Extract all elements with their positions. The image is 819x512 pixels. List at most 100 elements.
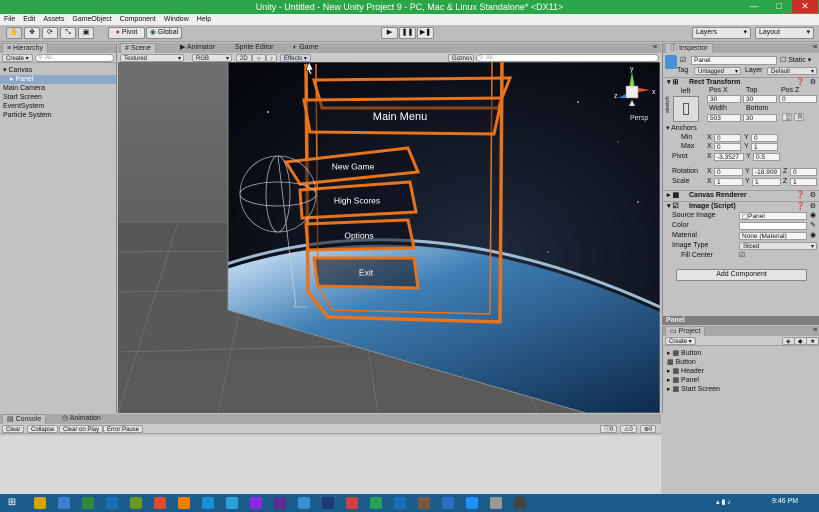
taskbar-app-icon[interactable] [322, 497, 334, 509]
error-count-toggle[interactable]: ⊗0 [640, 425, 657, 433]
scale-z-field[interactable]: 1 [790, 178, 817, 186]
taskbar-app-icon[interactable] [298, 497, 310, 509]
menu-component[interactable]: Component [116, 14, 160, 25]
error-pause-button[interactable]: Error Pause [103, 425, 144, 433]
preview-header[interactable]: Panel [662, 316, 819, 325]
pivot-toggle[interactable]: ● Pivot [108, 27, 145, 39]
taskbar-app-icon[interactable] [178, 497, 190, 509]
object-name-field[interactable]: Panel [691, 56, 777, 65]
taskbar-app-icon[interactable] [418, 497, 430, 509]
hierarchy-create-button[interactable]: Create ▾ [2, 54, 33, 62]
hierarchy-item[interactable]: Start Screen [0, 93, 116, 102]
scene-search-input[interactable]: ⚲ All [476, 54, 659, 62]
tab-animator[interactable]: ▶ Animator [176, 43, 219, 53]
taskbar-app-icon[interactable] [226, 497, 238, 509]
taskbar-app-icon[interactable] [250, 497, 262, 509]
close-button[interactable]: ✕ [792, 0, 818, 13]
tab-scene[interactable]: # Scene [120, 43, 156, 53]
taskbar-app-icon[interactable] [442, 497, 454, 509]
material-field[interactable]: None (Material) [739, 232, 807, 240]
tab-game[interactable]: ◐ Game [289, 43, 322, 53]
menu-file[interactable]: File [0, 14, 19, 25]
render-mode-dropdown[interactable]: RGB ▾ [192, 54, 232, 62]
raw-edit-button[interactable]: R [794, 113, 804, 121]
rotate-tool-button[interactable]: ⟳ [42, 27, 58, 39]
taskbar-app-icon[interactable] [370, 497, 382, 509]
play-button[interactable]: ▶ [381, 27, 398, 39]
tab-hierarchy[interactable]: ≡ Hierarchy [2, 43, 48, 53]
project-create-button[interactable]: Create ▾ [665, 337, 696, 345]
taskbar-app-icon[interactable] [106, 497, 118, 509]
tab-project[interactable]: ▭ Project [665, 326, 706, 336]
minimize-button[interactable]: — [741, 0, 767, 13]
rotation-z-field[interactable]: 0 [790, 168, 817, 176]
project-item[interactable]: ▸ ▦ Header [663, 367, 819, 376]
clear-button[interactable]: Clear [2, 425, 25, 433]
layout-dropdown[interactable]: Layout ▾ [755, 27, 814, 39]
pause-button[interactable]: ❚❚ [399, 27, 416, 39]
menu-edit[interactable]: Edit [19, 14, 39, 25]
anchor-preset-button[interactable] [673, 96, 699, 122]
lighting-toggle[interactable]: ☼ [252, 54, 266, 62]
rotation-x-field[interactable]: 0 [714, 168, 743, 176]
tab-animation[interactable]: ◷ Animation [58, 414, 105, 424]
layer-dropdown[interactable]: Default ▾ [767, 67, 817, 75]
source-image-field[interactable]: ▢Panel [739, 212, 807, 220]
layers-dropdown[interactable]: Layers ▾ [692, 27, 751, 39]
hierarchy-item[interactable]: EventSystem [0, 102, 116, 111]
move-tool-button[interactable]: ✥ [24, 27, 40, 39]
menu-assets[interactable]: Assets [39, 14, 68, 25]
menu-window[interactable]: Window [160, 14, 193, 25]
taskbar-app-icon[interactable] [130, 497, 142, 509]
project-item[interactable]: ▸ ▦ Start Screen [663, 385, 819, 394]
pos-z-field[interactable]: 0 [779, 95, 817, 103]
global-toggle[interactable]: ◉ Global [146, 27, 182, 39]
object-picker-icon[interactable]: ◉ [810, 211, 816, 220]
hierarchy-item[interactable]: Particle System [0, 111, 116, 120]
taskbar-app-icon[interactable] [394, 497, 406, 509]
eyedropper-icon[interactable]: ✎ [810, 221, 816, 230]
filter-by-type-icon[interactable]: ◈ [782, 337, 795, 345]
object-picker-icon[interactable]: ◉ [810, 231, 816, 240]
tab-sprite-editor[interactable]: Sprite Editor [231, 43, 278, 53]
anchors-foldout[interactable]: ▾ Anchors [666, 124, 697, 133]
menu-gameobject[interactable]: GameObject [68, 14, 115, 25]
top-field[interactable]: 30 [743, 95, 777, 103]
rect-tool-button[interactable]: ▣ [78, 27, 94, 39]
panel-menu-icon[interactable]: ≡ [649, 43, 661, 53]
taskbar-app-icon[interactable] [514, 497, 526, 509]
clear-on-play-button[interactable]: Clear on Play [59, 425, 104, 433]
taskbar-app-icon[interactable] [346, 497, 358, 509]
taskbar-app-icon[interactable] [58, 497, 70, 509]
filter-by-label-icon[interactable]: ◆ [794, 337, 807, 345]
project-item[interactable]: ▦ Button [663, 358, 819, 367]
favorites-icon[interactable]: ★ [806, 337, 819, 345]
hierarchy-search-input[interactable]: ⚲ All [35, 54, 114, 62]
bottom-field[interactable]: 30 [743, 114, 777, 122]
scale-x-field[interactable]: 1 [714, 178, 743, 186]
gear-icon[interactable]: ⚙ [810, 191, 816, 201]
hierarchy-item[interactable]: ▾ Canvas [0, 66, 116, 75]
effects-dropdown[interactable]: Effects ▾ [280, 54, 311, 62]
taskbar-app-icon[interactable] [82, 497, 94, 509]
shading-mode-dropdown[interactable]: Textured ▾ [120, 54, 184, 62]
gizmos-dropdown[interactable]: Gizmos ▾ [448, 54, 474, 70]
taskbar-app-icon[interactable] [34, 497, 46, 509]
add-component-button[interactable]: Add Component [676, 269, 807, 281]
hierarchy-item[interactable]: ▸ Panel [0, 75, 116, 84]
image-type-dropdown[interactable]: Sliced ▾ [739, 242, 817, 250]
hierarchy-item[interactable]: Main Camera [0, 84, 116, 93]
log-count-toggle[interactable]: ⓘ0 [600, 425, 618, 433]
taskbar-app-icon[interactable] [466, 497, 478, 509]
warning-count-toggle[interactable]: ⚠0 [620, 425, 637, 433]
tab-inspector[interactable]: ⓘ Inspector [665, 43, 713, 53]
max-x-field[interactable]: 0 [714, 143, 741, 151]
pivot-y-field[interactable]: 0.5 [753, 153, 780, 161]
scene-viewport[interactable]: Main Menu New Game High Scores Options Exit… [118, 62, 660, 413]
blueprint-button[interactable]: ▒ [782, 113, 792, 121]
taskbar-app-icon[interactable] [202, 497, 214, 509]
menu-button-exit[interactable]: Exit [312, 256, 420, 290]
min-y-field[interactable]: 0 [751, 134, 778, 142]
taskbar-app-icon[interactable] [274, 497, 286, 509]
image-script-header[interactable]: ▾ ☑ Image (Script) ❓ ⚙ [663, 201, 819, 211]
